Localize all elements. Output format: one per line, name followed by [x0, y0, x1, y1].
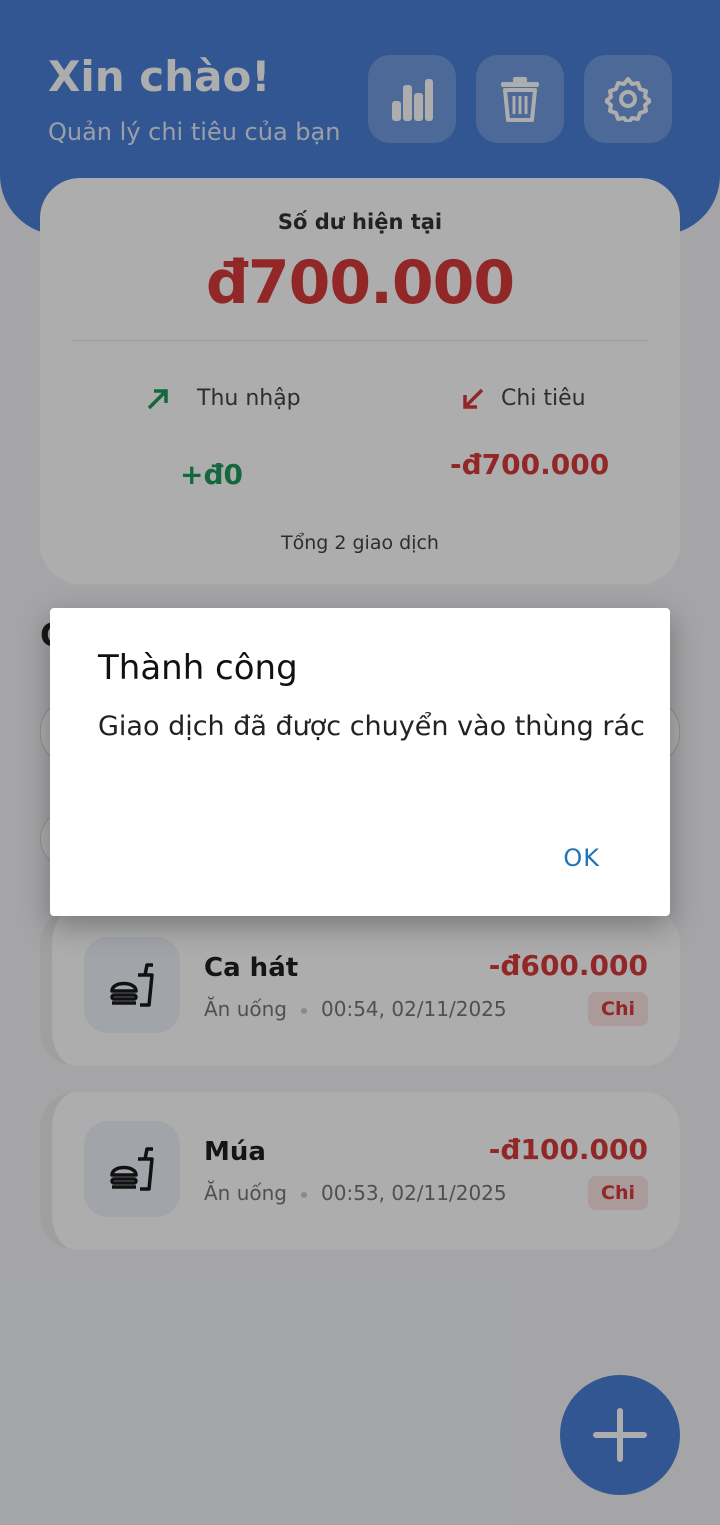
- success-dialog: Thành công Giao dịch đã được chuyển vào …: [50, 608, 670, 916]
- dialog-title: Thành công: [98, 648, 298, 688]
- dialog-message: Giao dịch đã được chuyển vào thùng rác: [98, 711, 645, 742]
- ok-button[interactable]: OK: [563, 844, 600, 872]
